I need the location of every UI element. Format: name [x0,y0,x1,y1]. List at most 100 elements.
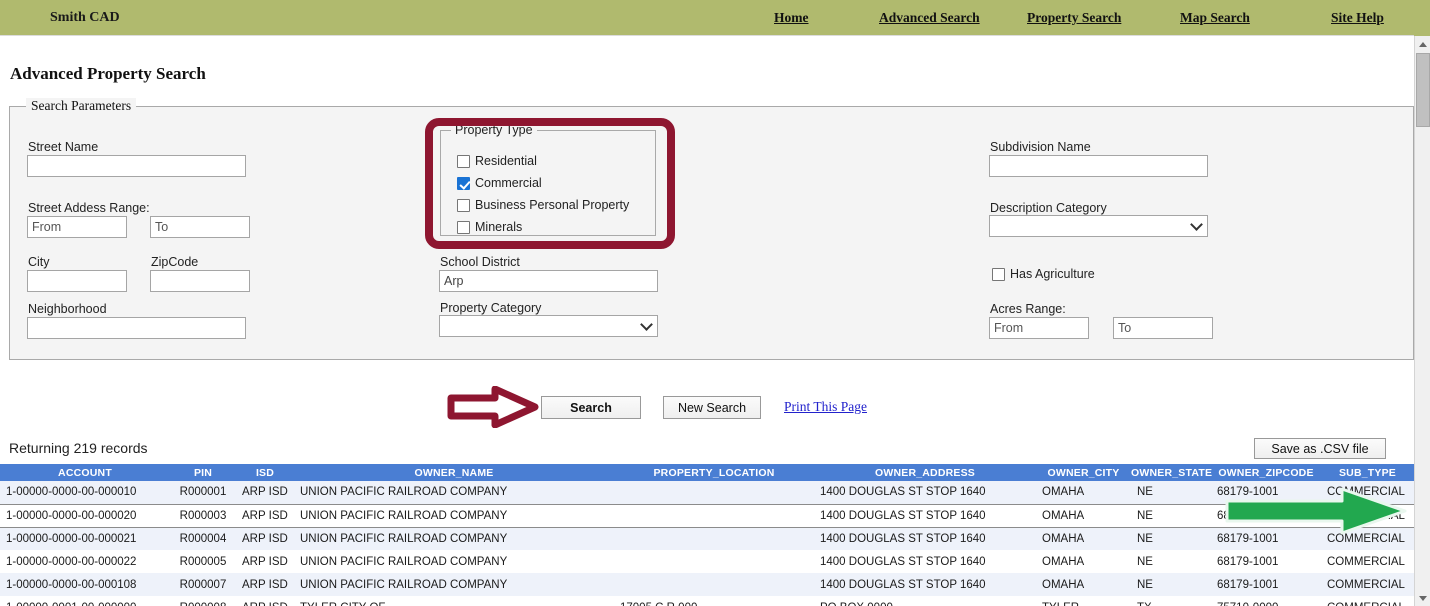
acres-to-input[interactable] [1113,317,1213,339]
table-cell-owner-address: 1400 DOUGLAS ST STOP 1640 [814,503,1036,528]
scrollbar-down-arrow-icon[interactable] [1415,590,1430,606]
column-header-owner-name[interactable]: OWNER_NAME [294,464,614,481]
table-cell-owner-zipcode: 68179-1001 [1211,573,1321,596]
table-cell-pin: R000008 [170,596,236,606]
table-cell-account: 1-00000-0000-00-000020 [0,503,170,528]
city-input[interactable] [27,270,127,292]
table-cell-owner-city: OMAHA [1036,527,1131,550]
checkbox-has-agriculture[interactable] [992,267,1005,281]
table-cell-owner-name: TYLER CITY OF [294,596,614,606]
table-cell-isd: ARP ISD [236,527,294,550]
search-parameters-legend: Search Parameters [26,98,137,114]
table-cell-owner-zipcode: 68179-1001 [1211,550,1321,573]
scrollbar-up-arrow-icon[interactable] [1415,36,1430,52]
table-row[interactable]: 1-00000-0001-00-000000R000008ARP ISDTYLE… [0,596,1414,606]
table-header-row: ACCOUNT PIN ISD OWNER_NAME PROPERTY_LOCA… [0,464,1414,481]
table-cell-owner-state: NE [1131,503,1211,528]
street-name-input[interactable] [27,155,246,177]
acres-range-label: Acres Range: [990,302,1066,316]
neighborhood-input[interactable] [27,317,246,339]
has-agriculture-row[interactable]: Has Agriculture [992,267,1095,281]
site-brand: Smith CAD [50,10,120,25]
table-cell-owner-city: OMAHA [1036,550,1131,573]
property-category-select[interactable] [439,315,658,337]
zipcode-input[interactable] [150,270,250,292]
neighborhood-label: Neighborhood [28,302,107,316]
column-header-owner-address[interactable]: OWNER_ADDRESS [814,464,1036,481]
table-cell-owner-state: NE [1131,481,1211,504]
property-category-label: Property Category [440,301,542,315]
table-cell-isd: ARP ISD [236,503,294,528]
table-row[interactable]: 1-00000-0000-00-000022 R000005 ARP ISD UNIO… [0,550,1414,573]
table-cell-owner-city: OMAHA [1036,503,1131,528]
table-row[interactable]: 1-00000-0000-00-000021 R000004 ARP ISD UNIO… [0,527,1414,550]
page-title: Advanced Property Search [10,64,206,83]
street-address-from-input[interactable] [27,216,127,238]
table-cell-isd: ARP ISD [236,550,294,573]
column-header-pin[interactable]: PIN [170,464,236,481]
description-category-select[interactable] [989,215,1208,237]
column-header-isd[interactable]: ISD [236,464,294,481]
table-cell-owner-city: TYLER [1036,596,1131,606]
table-cell-owner-state: TX [1131,596,1211,606]
column-header-owner-city[interactable]: OWNER_CITY [1036,464,1131,481]
table-row[interactable]: 1-00000-0000-00-000020 R000003 ARP ISD UNIO… [0,503,1414,528]
table-cell-pin: R000005 [170,550,236,573]
table-row[interactable]: 1-00000-0000-00-000010 R000001 ARP ISD UNIO… [0,481,1414,504]
school-district-label: School District [440,255,520,269]
table-cell-isd: ARP ISD [236,573,294,596]
results-table-header: ACCOUNT PIN ISD OWNER_NAME PROPERTY_LOCA… [0,464,1414,481]
street-address-range-label: Street Addess Range: [28,201,150,215]
table-cell-owner-name: UNION PACIFIC RAILROAD COMPANY [294,550,614,573]
scrollbar-thumb[interactable] [1416,53,1430,127]
nav-link-advanced-search[interactable]: Advanced Search [879,10,980,26]
table-row[interactable]: 1-00000-0000-00-000108 R000007 ARP ISD UNIO… [0,573,1414,596]
nav-link-home[interactable]: Home [774,10,809,26]
subdivision-name-input[interactable] [989,155,1208,177]
street-address-to-input[interactable] [150,216,250,238]
description-category-label: Description Category [990,201,1107,215]
table-cell-property-location [614,481,814,504]
save-as-csv-button[interactable]: Save as .CSV file [1254,438,1386,459]
table-cell-owner-address: 1400 DOUGLAS ST STOP 1640 [814,573,1036,596]
table-cell-property-location [614,503,814,528]
nav-link-property-search[interactable]: Property Search [1027,10,1121,26]
table-cell-account: 1-00000-0000-00-000022 [0,550,170,573]
column-header-owner-zipcode[interactable]: OWNER_ZIPCODE [1211,464,1321,481]
street-name-label: Street Name [28,140,99,154]
annotation-green-arrow [1225,487,1407,535]
annotation-red-highlight-box [425,118,675,249]
table-cell-pin: R000007 [170,573,236,596]
nav-link-site-help[interactable]: Site Help [1331,10,1384,26]
acres-from-input[interactable] [989,317,1089,339]
advanced-property-search-page: Smith CAD Home Advanced Search Property … [0,0,1430,606]
header-divider [0,35,1414,36]
search-button[interactable]: Search [541,396,641,419]
table-cell-owner-name: UNION PACIFIC RAILROAD COMPANY [294,573,614,596]
column-header-property-location[interactable]: PROPERTY_LOCATION [614,464,814,481]
top-navigation-bar: Smith CAD Home Advanced Search Property … [0,0,1430,36]
page-scrollbar[interactable] [1414,36,1430,606]
new-search-button[interactable]: New Search [663,396,761,419]
table-cell-owner-address: PO BOX 0000 [814,596,1036,606]
print-this-page-link[interactable]: Print This Page [784,399,867,415]
table-cell-owner-city: OMAHA [1036,573,1131,596]
table-cell-pin: R000004 [170,527,236,550]
table-cell-owner-address: 1400 DOUGLAS ST STOP 1640 [814,550,1036,573]
results-table: ACCOUNT PIN ISD OWNER_NAME PROPERTY_LOCA… [0,464,1414,606]
results-table-wrapper: ACCOUNT PIN ISD OWNER_NAME PROPERTY_LOCA… [0,464,1414,606]
column-header-owner-state[interactable]: OWNER_STATE [1131,464,1212,481]
table-cell-owner-state: NE [1131,550,1211,573]
column-header-sub-type[interactable]: SUB_TYPE [1321,464,1414,481]
annotation-red-arrow [447,386,539,428]
column-header-account[interactable]: ACCOUNT [0,464,170,481]
subdivision-name-label: Subdivision Name [990,140,1091,154]
table-cell-account: 1-00000-0000-00-000010 [0,481,170,504]
table-cell-owner-address: 1400 DOUGLAS ST STOP 1640 [814,527,1036,550]
school-district-input[interactable] [439,270,658,292]
table-cell-property-location [614,550,814,573]
table-cell-sub-type: COMMERCIAL [1321,596,1414,606]
table-cell-property-location [614,527,814,550]
table-cell-owner-name: UNION PACIFIC RAILROAD COMPANY [294,503,614,528]
nav-link-map-search[interactable]: Map Search [1180,10,1250,26]
